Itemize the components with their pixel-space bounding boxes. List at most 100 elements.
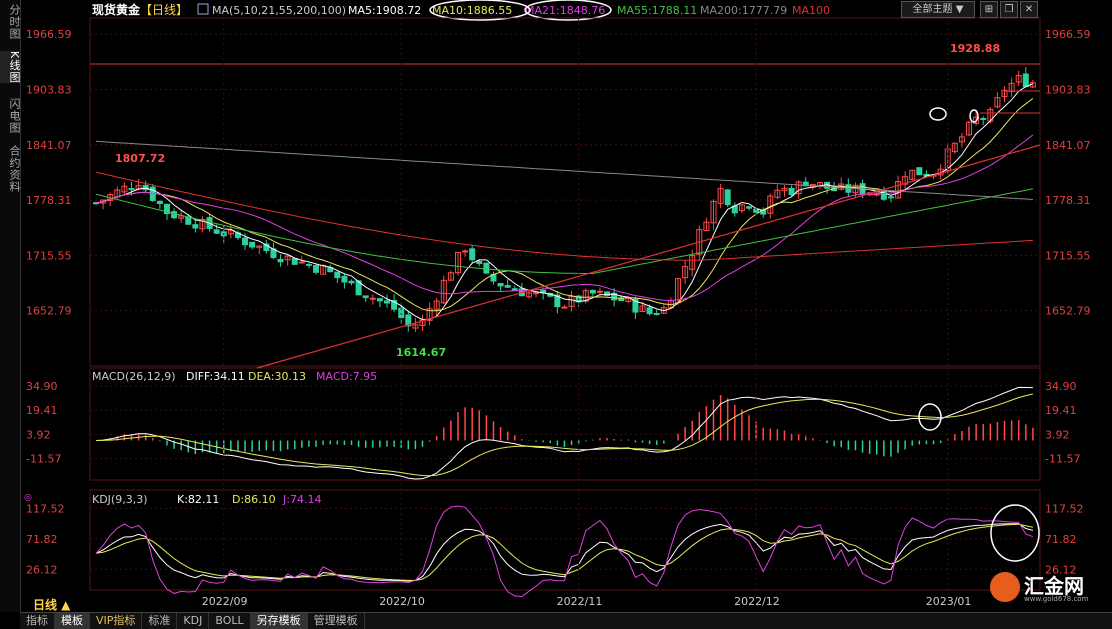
x-tick-label: 2022/11 bbox=[557, 595, 603, 608]
high-label: 1928.88 bbox=[950, 42, 1000, 55]
ma10-line bbox=[95, 98, 1034, 312]
bottom-tab-1[interactable]: 模板 bbox=[55, 613, 90, 629]
chevron-down-icon: ▼ bbox=[955, 4, 964, 15]
sidebar-tab-2[interactable]: 闪电图 bbox=[0, 98, 21, 134]
sidebar-tab-0[interactable]: 分时图 bbox=[0, 4, 21, 40]
theme-select-label: 全部主题 bbox=[912, 4, 953, 15]
chart-area[interactable]: 现货黄金 【日线】 MA(5,10,21,55,200,100) MA5:190… bbox=[20, 0, 1112, 612]
kdj-highlight-circle bbox=[990, 504, 1040, 562]
candle-body bbox=[497, 283, 504, 287]
macd-y-tick-right: 34.90 bbox=[1045, 380, 1077, 393]
candle-highlight-circle-1 bbox=[929, 107, 947, 121]
macd-value-label: MACD:7.95 bbox=[316, 370, 377, 383]
main-y-tick-right: 1841.07 bbox=[1045, 139, 1091, 152]
candle-body bbox=[305, 263, 312, 266]
sidebar-tab-1[interactable]: K线图 bbox=[0, 51, 21, 84]
kdj-y-tick-left: 71.82 bbox=[26, 533, 58, 546]
candle-body bbox=[192, 224, 199, 229]
restore-icon[interactable]: ❐ bbox=[1000, 1, 1018, 18]
x-tick-label: 2022/10 bbox=[379, 595, 425, 608]
candle-body bbox=[469, 248, 476, 261]
candle-body bbox=[1022, 73, 1029, 88]
macd-diff-label: DIFF:34.11 bbox=[186, 370, 245, 383]
ma55-line bbox=[95, 188, 1033, 274]
period-selector[interactable]: 日线 ▲ bbox=[33, 596, 70, 613]
candle-body bbox=[277, 258, 284, 263]
candle-body bbox=[384, 300, 391, 304]
kdj-title: KDJ(9,3,3) bbox=[92, 493, 148, 506]
ma-prefix: MA(5,10,21,55,200,100) bbox=[212, 4, 346, 17]
candle-body bbox=[916, 167, 923, 176]
candle-body bbox=[504, 285, 511, 288]
kdj-y-tick-right: 117.52 bbox=[1045, 502, 1084, 515]
main-y-tick-right: 1715.55 bbox=[1045, 249, 1091, 262]
macd-y-tick-right: -11.57 bbox=[1045, 453, 1080, 466]
bottom-tab-7[interactable]: 管理模板 bbox=[308, 613, 365, 629]
main-y-tick-left: 1903.83 bbox=[26, 84, 72, 97]
main-y-tick-right: 1778.31 bbox=[1045, 194, 1091, 207]
candle-body bbox=[887, 196, 894, 199]
ma55-value: MA55:1788.11 bbox=[617, 4, 697, 17]
main-y-tick-left: 1841.07 bbox=[26, 139, 72, 152]
bottom-tab-3[interactable]: 标准 bbox=[142, 613, 178, 629]
ma5-value: MA5:1908.72 bbox=[348, 4, 421, 17]
ma5-line bbox=[95, 83, 1034, 321]
macd-title: MACD(26,12,9) bbox=[92, 370, 176, 383]
main-y-tick-right: 1652.79 bbox=[1045, 305, 1091, 318]
sidebar: 分时图 K线图闪电图合约资料 bbox=[0, 0, 21, 612]
logo-icon bbox=[990, 572, 1020, 602]
kdj-y-tick-left: 117.52 bbox=[26, 502, 65, 515]
candle-body bbox=[249, 241, 256, 248]
candle-body bbox=[341, 275, 348, 283]
main-y-tick-right: 1966.59 bbox=[1045, 28, 1091, 41]
macd-y-tick-left: 3.92 bbox=[26, 428, 51, 441]
bottom-tab-4[interactable]: KDJ bbox=[177, 613, 210, 629]
bottom-tab-bar: 指标 模板 VIP指标 标准 KDJ BOLL 另存模板 管理模板 bbox=[20, 612, 1112, 629]
candle-body bbox=[156, 200, 163, 205]
rising-trendline bbox=[256, 144, 1041, 369]
candle-body bbox=[348, 280, 355, 284]
candle-body bbox=[745, 206, 752, 209]
kdj-y-tick-right: 71.82 bbox=[1045, 533, 1077, 546]
macd-y-tick-left: 19.41 bbox=[26, 404, 58, 417]
candle-body bbox=[788, 187, 795, 196]
candle-body bbox=[980, 117, 987, 120]
candle-body bbox=[376, 298, 383, 302]
ma200-line bbox=[95, 140, 1033, 200]
candle-body bbox=[362, 295, 369, 299]
ma100-value: MA100 bbox=[792, 4, 830, 17]
indicator-icon[interactable] bbox=[197, 3, 209, 15]
bottom-tab-0[interactable]: 指标 bbox=[20, 613, 55, 629]
candle-body bbox=[724, 189, 731, 206]
sidebar-tab-3[interactable]: 合约资料 bbox=[0, 145, 21, 193]
main-y-tick-left: 1778.31 bbox=[26, 194, 72, 207]
macd-diff-line bbox=[95, 386, 1033, 480]
bottom-tab-2[interactable]: VIP指标 bbox=[90, 613, 143, 629]
x-tick-label: 2022/12 bbox=[734, 595, 780, 608]
candle-body bbox=[171, 211, 178, 219]
candle-body bbox=[369, 297, 376, 300]
kdj-j-line bbox=[95, 505, 1034, 598]
candle-body bbox=[511, 288, 518, 291]
grid-icon[interactable]: ⊞ bbox=[980, 1, 998, 18]
close-icon[interactable]: ✕ bbox=[1020, 1, 1038, 18]
ma21-value: MA21:1848.76 bbox=[525, 4, 605, 17]
logo-url: www.gold678.com bbox=[1024, 595, 1089, 603]
theme-select-button[interactable]: 全部主题 ▼ bbox=[901, 1, 975, 18]
kdj-d-label: D:86.10 bbox=[232, 493, 276, 506]
instrument-name: 现货黄金 bbox=[92, 2, 141, 17]
candle-body bbox=[313, 265, 320, 273]
candle-body bbox=[185, 216, 192, 225]
candle-body bbox=[476, 260, 483, 265]
ma21-line bbox=[95, 134, 1034, 302]
macd-dea-label: DEA:30.13 bbox=[248, 370, 306, 383]
candle-body bbox=[213, 229, 220, 234]
bottom-tab-5[interactable]: BOLL bbox=[209, 613, 251, 629]
candle-body bbox=[462, 250, 469, 253]
bottom-tab-6[interactable]: 另存模板 bbox=[250, 613, 308, 629]
macd-y-tick-right: 3.92 bbox=[1045, 428, 1070, 441]
candle-body bbox=[242, 237, 249, 246]
candle-body bbox=[561, 306, 568, 309]
ma200-value: MA200:1777.79 bbox=[700, 4, 787, 17]
candle-body bbox=[533, 292, 540, 295]
